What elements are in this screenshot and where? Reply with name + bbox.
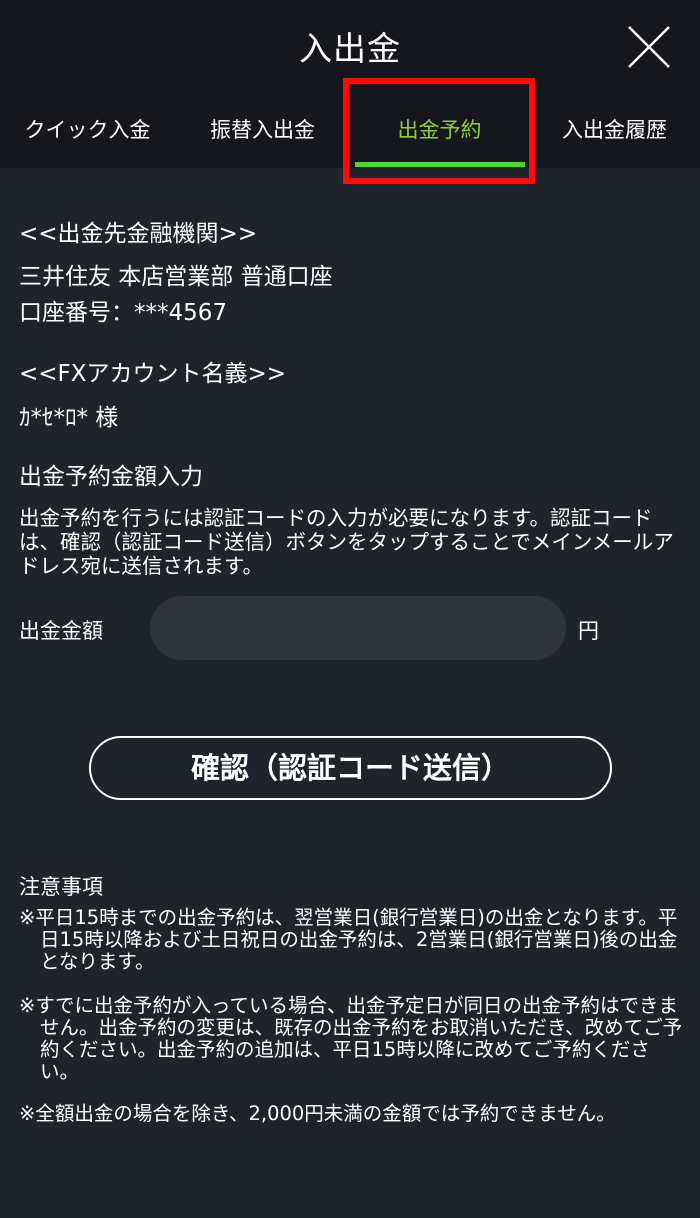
tab-transfer[interactable]: 振替入出金: [175, 100, 350, 168]
confirm-send-code-button[interactable]: 確認（認証コード送信）: [89, 736, 612, 800]
amount-unit: 円: [578, 619, 599, 643]
amount-label: 出金金額: [19, 619, 103, 643]
form-description: 出金予約を行うには認証コードの入力が必要になります。認証コードは、確認（認証コー…: [19, 506, 674, 578]
note-item: ※全額出金の場合を除き、2,000円未満の金額では予約できません。: [19, 1102, 616, 1125]
fx-account-name: ｶ*ｾ*ﾛ* 様: [19, 405, 119, 431]
tab-quick-deposit[interactable]: クイック入金: [0, 100, 175, 168]
note-item: ※すでに出金予約が入っている場合、出金予定日が同日の出金予約はできません。出金予…: [19, 994, 683, 1083]
fx-account-heading: <<FXアカウント名義>>: [19, 361, 287, 387]
bank-heading: <<出金先金融機関>>: [19, 221, 258, 247]
close-icon[interactable]: [626, 24, 672, 70]
section-title: 出金予約金額入力: [19, 464, 203, 490]
note-item: ※平日15時までの出金予約は、翌営業日(銀行営業日)の出金となります。平日15時…: [19, 906, 678, 973]
bank-branch: 三井住友 本店営業部 普通口座: [19, 264, 333, 290]
page-title: 入出金: [299, 29, 401, 68]
highlight-annotation: [343, 78, 535, 184]
amount-input[interactable]: [150, 596, 566, 660]
bank-account-number: 口座番号：***4567: [19, 300, 228, 326]
tab-history[interactable]: 入出金履歴: [527, 100, 700, 168]
notes-title: 注意事項: [19, 875, 103, 899]
